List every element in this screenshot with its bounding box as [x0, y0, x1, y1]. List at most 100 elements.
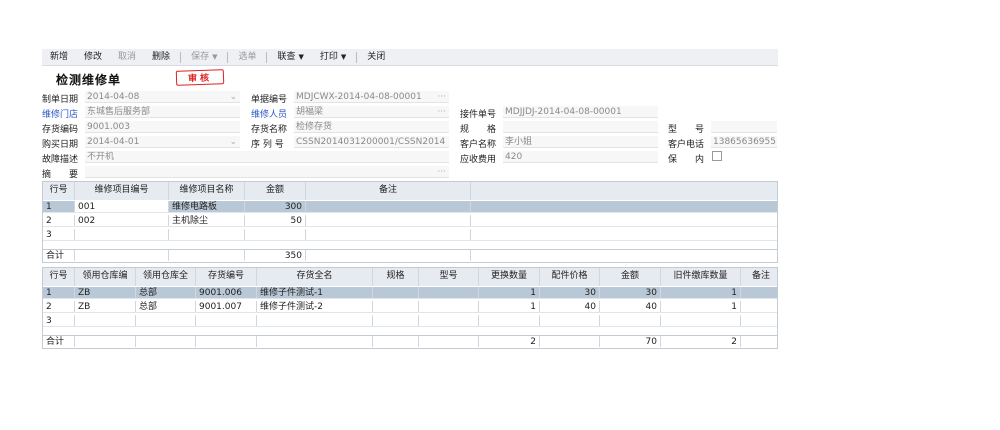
repairer-label[interactable]: 维修人员 [251, 107, 287, 120]
qty-cell[interactable]: 1 [479, 301, 540, 312]
item-code-cell[interactable]: 001 [75, 201, 169, 212]
price-cell[interactable]: 30 [540, 287, 600, 298]
price-cell[interactable]: 40 [540, 301, 600, 312]
spec-field[interactable] [503, 121, 658, 133]
repair-store-field[interactable]: 东城售后服务部 [85, 106, 240, 118]
table-row[interactable]: 1 001 维修电路板 300 [43, 201, 777, 213]
col-header-spec[interactable]: 规格 [373, 268, 419, 286]
item-code-cell[interactable] [75, 229, 169, 240]
link-query-button[interactable]: 联查 ▼ [269, 49, 311, 66]
table-row[interactable]: 2 002 主机除尘 50 [43, 215, 777, 227]
edit-button[interactable]: 修改 [76, 49, 110, 66]
stock-name-field[interactable]: 检修存货 [294, 121, 449, 133]
col-header-price[interactable]: 配件价格 [540, 268, 600, 286]
stock-name-cell[interactable]: 维修子件测试-2 [257, 301, 373, 312]
table-row[interactable]: 3 [43, 229, 777, 241]
amount-cell[interactable] [600, 315, 661, 326]
item-name-cell[interactable]: 维修电路板 [169, 201, 245, 212]
stock-name-cell[interactable] [257, 315, 373, 326]
col-header-qty[interactable]: 更换数量 [479, 268, 540, 286]
col-header-amount[interactable]: 金额 [600, 268, 661, 286]
col-header-amount[interactable]: 金额 [245, 182, 306, 200]
amount-cell[interactable]: 40 [600, 301, 661, 312]
table-row[interactable]: 1 ZB 总部 9001.006 维修子件测试-1 1 30 30 1 [43, 287, 777, 299]
summary-field[interactable]: ··· [85, 166, 449, 178]
phone-field[interactable]: 13865636955 [711, 136, 777, 148]
warranty-checkbox[interactable] [712, 151, 722, 161]
make-date-field[interactable]: 2014-04-08 ⌄ [85, 91, 240, 103]
stock-code-cell[interactable]: 9001.006 [196, 287, 257, 298]
print-button[interactable]: 打印 ▼ [312, 49, 354, 66]
old-qty-cell[interactable]: 1 [661, 287, 741, 298]
fault-field[interactable]: 不开机 [85, 151, 449, 163]
more-icon[interactable]: ··· [437, 106, 446, 117]
select-button[interactable]: 选单 [230, 49, 264, 66]
more-icon[interactable]: ··· [437, 166, 446, 177]
col-header-note[interactable]: 备注 [741, 268, 777, 286]
col-header-old-qty[interactable]: 旧件缴库数量 [661, 268, 741, 286]
warehouse-name-cell[interactable] [136, 315, 196, 326]
qty-cell[interactable] [479, 315, 540, 326]
table-row[interactable]: 2 ZB 总部 9001.007 维修子件测试-2 1 40 40 1 [43, 301, 777, 313]
col-header-note[interactable]: 备注 [306, 182, 471, 200]
model-field[interactable] [711, 121, 777, 133]
col-header-warehouse-name[interactable]: 领用仓库全 [136, 268, 196, 286]
delete-button[interactable]: 删除 [144, 49, 178, 66]
item-name-cell[interactable]: 主机除尘 [169, 215, 245, 226]
spec-cell[interactable] [373, 315, 419, 326]
col-header-no[interactable]: 行号 [43, 182, 75, 200]
spec-cell[interactable] [373, 287, 419, 298]
qty-cell[interactable]: 1 [479, 287, 540, 298]
amount-cell[interactable]: 30 [600, 287, 661, 298]
note-cell[interactable] [306, 201, 471, 212]
item-name-cell[interactable] [169, 229, 245, 240]
stock-name-cell[interactable]: 维修子件测试-1 [257, 287, 373, 298]
warehouse-code-cell[interactable] [75, 315, 136, 326]
dropdown-icon[interactable]: ⌄ [229, 91, 237, 102]
col-header-code[interactable]: 维修项目编号 [75, 182, 169, 200]
warehouse-code-cell[interactable]: ZB [75, 287, 136, 298]
note-cell[interactable] [306, 229, 471, 240]
model-cell[interactable] [419, 301, 479, 312]
model-cell[interactable] [419, 287, 479, 298]
stock-code-field[interactable]: 9001.003 [85, 121, 240, 133]
buy-date-field[interactable]: 2014-04-01 ⌄ [85, 136, 240, 148]
col-header-stock-code[interactable]: 存货编号 [196, 268, 257, 286]
price-cell[interactable] [540, 315, 600, 326]
note-cell[interactable] [306, 215, 471, 226]
note-cell[interactable] [741, 287, 777, 298]
stock-code-cell[interactable] [196, 315, 257, 326]
warehouse-code-cell[interactable]: ZB [75, 301, 136, 312]
table-row[interactable]: 3 [43, 315, 777, 327]
note-cell[interactable] [741, 315, 777, 326]
amount-cell[interactable] [245, 229, 306, 240]
amount-cell[interactable]: 300 [245, 201, 306, 212]
dropdown-icon[interactable]: ⌄ [229, 136, 237, 147]
stock-code-cell[interactable]: 9001.007 [196, 301, 257, 312]
fee-field[interactable]: 420 [503, 151, 658, 163]
col-header-no[interactable]: 行号 [43, 268, 75, 286]
more-icon[interactable]: ··· [437, 91, 446, 102]
receive-no-field[interactable]: MDJJDJ-2014-04-08-00001 [503, 106, 658, 118]
amount-cell[interactable]: 50 [245, 215, 306, 226]
spec-cell[interactable] [373, 301, 419, 312]
new-button[interactable]: 新增 [42, 49, 76, 66]
cancel-button[interactable]: 取消 [110, 49, 144, 66]
serial-field[interactable]: CSSN2014031200001/CSSN2014 [294, 136, 449, 148]
model-cell[interactable] [419, 315, 479, 326]
col-header-stock-name[interactable]: 存货全名 [257, 268, 373, 286]
close-button[interactable]: 关闭 [359, 49, 393, 66]
old-qty-cell[interactable] [661, 315, 741, 326]
repair-store-label[interactable]: 维修门店 [42, 107, 78, 120]
customer-field[interactable]: 李小姐 [503, 136, 658, 148]
save-button[interactable]: 保存 ▼ [183, 49, 225, 66]
col-header-name[interactable]: 维修项目名称 [169, 182, 245, 200]
col-header-warehouse-code[interactable]: 领用仓库编 [75, 268, 136, 286]
old-qty-cell[interactable]: 1 [661, 301, 741, 312]
col-header-model[interactable]: 型号 [419, 268, 479, 286]
repairer-field[interactable]: 胡福梁 ··· [294, 106, 449, 118]
bill-no-field[interactable]: MDJCWX-2014-04-08-00001 ··· [294, 91, 449, 103]
item-code-cell[interactable]: 002 [75, 215, 169, 226]
note-cell[interactable] [741, 301, 777, 312]
warehouse-name-cell[interactable]: 总部 [136, 287, 196, 298]
